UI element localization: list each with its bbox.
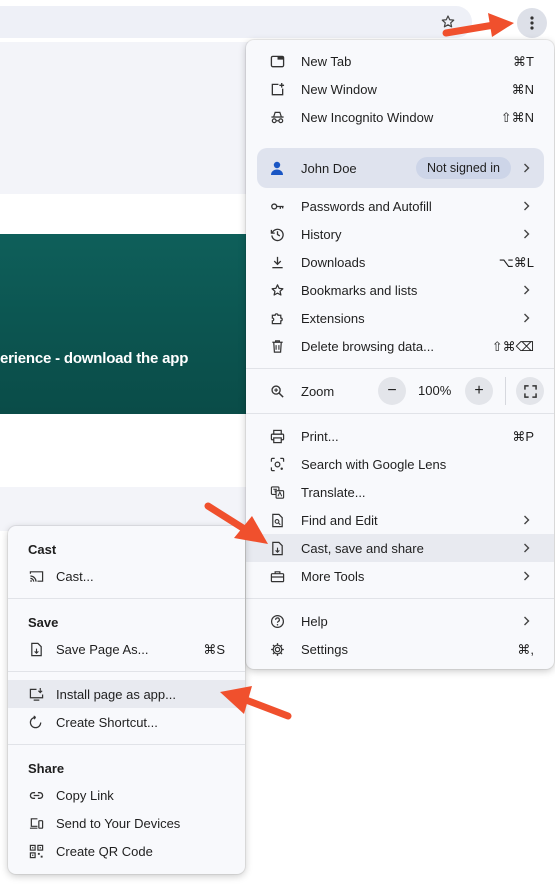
toolbox-icon bbox=[270, 569, 285, 584]
chevron-right-icon bbox=[520, 615, 532, 627]
chevron-right-icon bbox=[520, 570, 532, 582]
chevron-right-icon bbox=[520, 542, 532, 554]
menu-item-downloads[interactable]: Downloads ⌥⌘L bbox=[246, 248, 554, 276]
menu-item-passwords[interactable]: Passwords and Autofill bbox=[246, 192, 554, 220]
cast-save-share-icon bbox=[270, 541, 285, 556]
chevron-right-icon bbox=[520, 312, 532, 324]
address-bar[interactable] bbox=[0, 6, 472, 38]
cast-save-share-submenu: Cast Cast... Save Save Page As... ⌘S Ins… bbox=[8, 526, 245, 874]
person-icon bbox=[269, 160, 285, 176]
menu-separator bbox=[8, 671, 245, 672]
menu-item-create-shortcut[interactable]: Create Shortcut... bbox=[8, 708, 245, 736]
download-icon bbox=[270, 255, 285, 270]
menu-item-google-lens[interactable]: Search with Google Lens bbox=[246, 450, 554, 478]
browser-main-menu: New Tab ⌘T New Window ⌘N New Incognito W… bbox=[246, 40, 554, 669]
menu-item-translate[interactable]: Translate... bbox=[246, 478, 554, 506]
menu-item-find-edit[interactable]: Find and Edit bbox=[246, 506, 554, 534]
printer-icon bbox=[270, 429, 285, 444]
new-window-icon bbox=[270, 82, 285, 97]
page-content-area bbox=[0, 42, 260, 194]
menu-separator bbox=[8, 744, 245, 745]
save-page-icon bbox=[29, 642, 44, 657]
incognito-icon bbox=[270, 110, 285, 125]
cast-icon bbox=[29, 569, 44, 584]
section-title-save: Save bbox=[28, 615, 59, 630]
gear-icon bbox=[270, 642, 285, 657]
qr-code-icon bbox=[29, 844, 44, 859]
annotation-arrow-install-app bbox=[220, 686, 292, 720]
menu-item-print[interactable]: Print... ⌘P bbox=[246, 422, 554, 450]
zoom-level: 100% bbox=[418, 383, 452, 398]
menu-item-delete-browsing-data[interactable]: Delete browsing data... ⇧⌘⌫ bbox=[246, 332, 554, 360]
key-icon bbox=[270, 199, 285, 214]
menu-separator bbox=[246, 368, 554, 369]
puzzle-icon bbox=[270, 311, 285, 326]
new-tab-icon bbox=[270, 54, 285, 69]
menu-item-new-incognito[interactable]: New Incognito Window ⇧⌘N bbox=[246, 103, 554, 131]
link-icon bbox=[29, 788, 44, 803]
profile-name: John Doe bbox=[301, 161, 357, 176]
devices-icon bbox=[29, 816, 44, 831]
zoom-icon bbox=[270, 384, 285, 399]
menu-item-more-tools[interactable]: More Tools bbox=[246, 562, 554, 590]
menu-separator bbox=[246, 598, 554, 599]
menu-item-new-window[interactable]: New Window ⌘N bbox=[246, 75, 554, 103]
help-icon bbox=[270, 614, 285, 629]
menu-item-new-tab[interactable]: New Tab ⌘T bbox=[246, 47, 554, 75]
app-download-banner[interactable] bbox=[0, 234, 260, 414]
star-icon bbox=[270, 283, 285, 298]
menu-item-cast[interactable]: Cast... bbox=[8, 562, 245, 590]
chevron-right-icon bbox=[520, 162, 532, 174]
menu-item-qr-code[interactable]: Create QR Code bbox=[8, 837, 245, 865]
menu-item-cast-save-share[interactable]: Cast, save and share bbox=[246, 534, 554, 562]
fullscreen-icon[interactable] bbox=[516, 377, 544, 405]
install-app-icon bbox=[29, 687, 44, 702]
zoom-divider bbox=[505, 377, 506, 405]
history-icon bbox=[270, 227, 285, 242]
chevron-right-icon bbox=[520, 228, 532, 240]
chevron-right-icon bbox=[520, 200, 532, 212]
menu-item-settings[interactable]: Settings ⌘, bbox=[246, 635, 554, 663]
zoom-out-button[interactable]: − bbox=[378, 377, 406, 405]
annotation-arrow-menu bbox=[442, 13, 514, 37]
menu-item-save-page[interactable]: Save Page As... ⌘S bbox=[8, 635, 245, 663]
lens-icon bbox=[270, 457, 285, 472]
menu-item-install-app[interactable]: Install page as app... bbox=[8, 680, 245, 708]
browser-menu-icon[interactable] bbox=[517, 8, 547, 38]
menu-item-history[interactable]: History bbox=[246, 220, 554, 248]
section-title-cast: Cast bbox=[28, 542, 57, 557]
chevron-right-icon bbox=[520, 514, 532, 526]
menu-separator bbox=[246, 413, 554, 414]
menu-item-help[interactable]: Help bbox=[246, 607, 554, 635]
zoom-in-button[interactable]: + bbox=[465, 377, 493, 405]
section-title-share: Share bbox=[28, 761, 65, 776]
banner-text: erience - download the app bbox=[0, 350, 189, 367]
sign-in-status-badge: Not signed in bbox=[416, 157, 511, 179]
translate-icon bbox=[270, 485, 285, 500]
find-icon bbox=[270, 513, 285, 528]
menu-item-extensions[interactable]: Extensions bbox=[246, 304, 554, 332]
chevron-right-icon bbox=[520, 284, 532, 296]
trash-icon bbox=[270, 339, 285, 354]
menu-item-copy-link[interactable]: Copy Link bbox=[8, 781, 245, 809]
menu-item-send-devices[interactable]: Send to Your Devices bbox=[8, 809, 245, 837]
annotation-arrow-cast-save-share bbox=[204, 502, 268, 544]
menu-item-bookmarks[interactable]: Bookmarks and lists bbox=[246, 276, 554, 304]
shortcut-icon bbox=[29, 715, 44, 730]
profile-row[interactable]: John Doe Not signed in bbox=[257, 148, 544, 188]
menu-separator bbox=[8, 598, 245, 599]
